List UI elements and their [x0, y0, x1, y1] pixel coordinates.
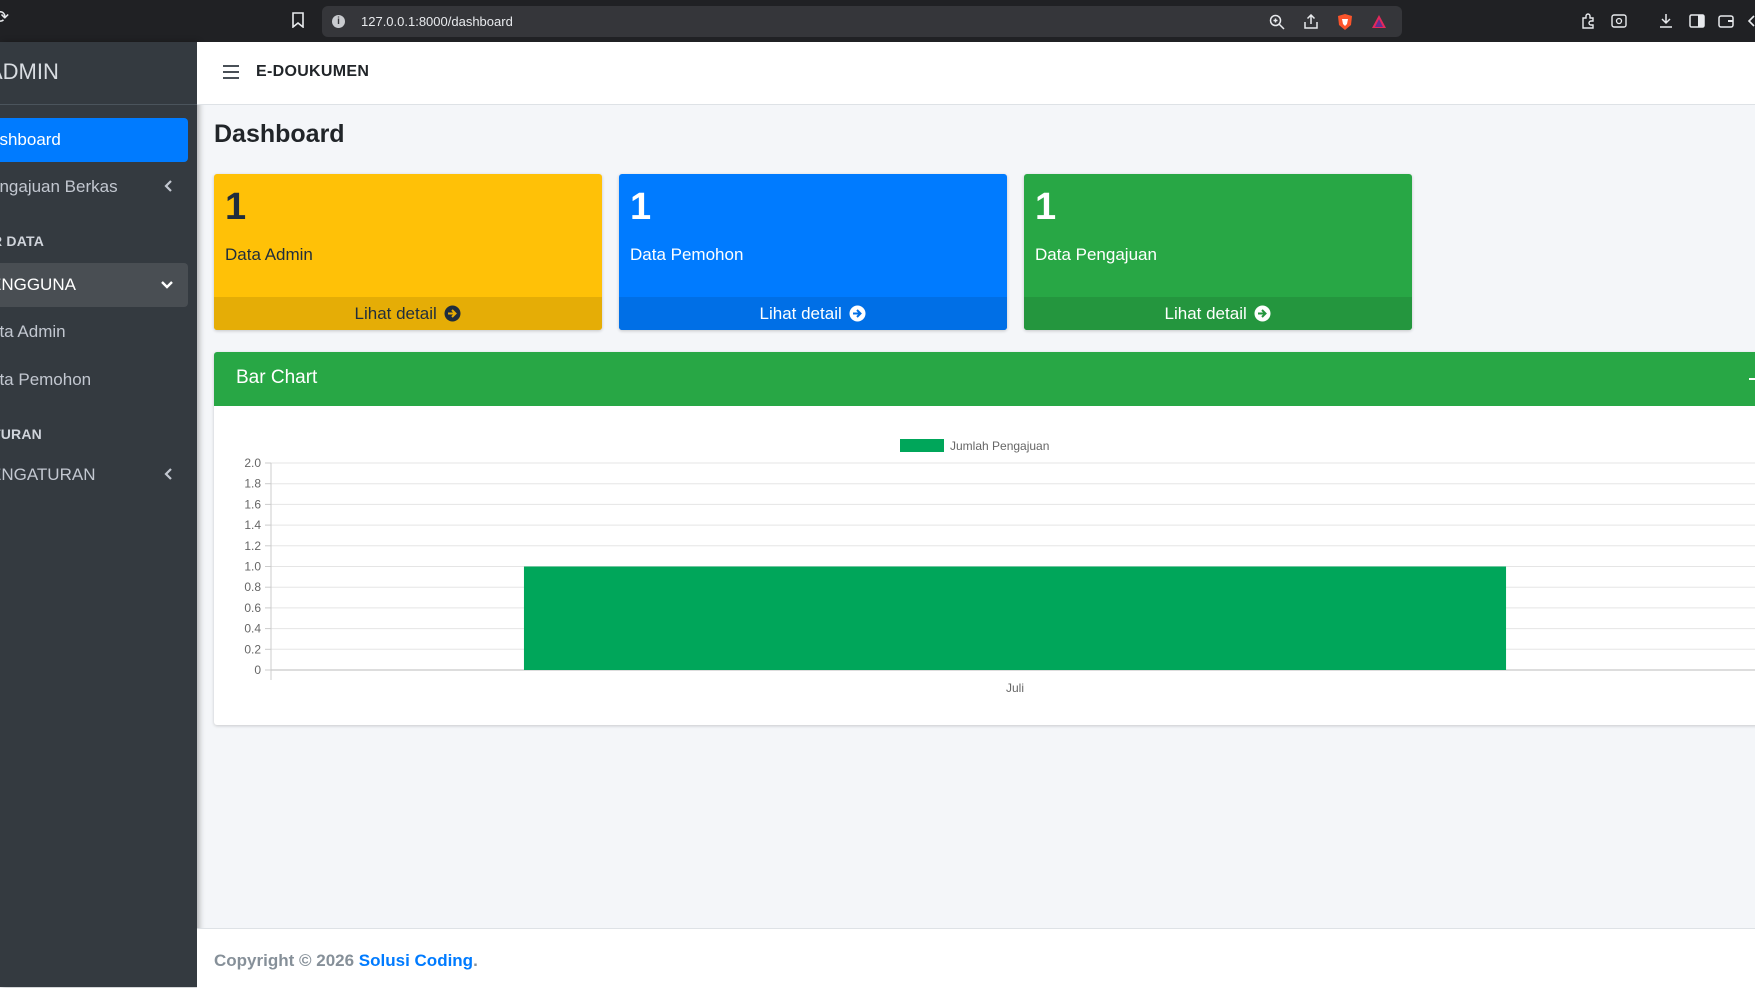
- sidebar-item-pengguna[interactable]: ENGGUNA: [0, 263, 188, 307]
- y-tick-label: 1.8: [244, 477, 261, 491]
- address-bar[interactable]: i 127.0.0.1:8000/dashboard: [322, 6, 1402, 37]
- copyright-text: Copyright © 2026 Solusi Coding.: [214, 951, 478, 971]
- stat-detail-link[interactable]: Lihat detail: [1024, 297, 1412, 330]
- stat-link-label: Lihat detail: [759, 304, 842, 323]
- y-tick-label: 0: [254, 663, 261, 677]
- stat-detail-link[interactable]: Lihat detail: [619, 297, 1007, 330]
- y-tick-label: 1.6: [244, 497, 261, 511]
- sidebar-toggle-icon[interactable]: [1689, 13, 1705, 29]
- stat-box-data-pengajuan: 1 Data Pengajuan Lihat detail: [1024, 174, 1412, 330]
- x-tick-label: Juli: [1006, 681, 1024, 695]
- stat-box-data-pemohon: 1 Data Pemohon Lihat detail: [619, 174, 1007, 330]
- stat-box-data-admin: 1 Data Admin Lihat detail: [214, 174, 602, 330]
- stat-detail-link[interactable]: Lihat detail: [214, 297, 602, 330]
- stat-value: 1: [630, 186, 652, 228]
- y-tick-label: 1.0: [244, 560, 261, 574]
- card-title: Bar Chart: [236, 367, 318, 388]
- top-navbar: E-DOUKUMEN: [197, 42, 1755, 105]
- sidebar-item-data-admin[interactable]: ata Admin: [0, 310, 188, 354]
- sidebar-item-label: ENGGUNA: [0, 275, 76, 294]
- sidebar-item-label: ata Admin: [0, 322, 66, 341]
- y-tick-label: 0.4: [244, 622, 261, 636]
- page-title: Dashboard: [214, 120, 345, 148]
- y-tick-label: 0.8: [244, 580, 261, 594]
- footer: Copyright © 2026 Solusi Coding.: [197, 928, 1755, 988]
- brand-link[interactable]: ADMIN: [0, 42, 197, 105]
- company-link[interactable]: Solusi Coding: [359, 951, 473, 970]
- menu-icon[interactable]: [1746, 13, 1755, 29]
- bar: [523, 566, 1507, 670]
- stat-value: 1: [1035, 186, 1057, 228]
- brave-shield-icon[interactable]: [1337, 14, 1353, 30]
- stat-label: Data Pemohon: [630, 245, 744, 264]
- bar-chart: 2.0 1.8 1.6 1.4 1.2 1.0 0.8 0.6 0.4 0.2 0 Juli Jumla…: [244, 439, 1755, 695]
- arrow-circle-right-icon: [1254, 305, 1271, 322]
- wallet-icon[interactable]: [1718, 13, 1734, 29]
- bookmark-icon[interactable]: [292, 12, 304, 28]
- chevron-down-icon: [161, 281, 173, 289]
- y-tick-label: 2.0: [244, 456, 261, 470]
- y-tick-label: 0.2: [244, 642, 261, 656]
- bar-chart-card: Bar Chart 2.0 1.8 1.6 1.4 1.2 1.0 0.8 0.6 0.4 0.2…: [214, 352, 1755, 725]
- reload-icon[interactable]: ⟳: [0, 8, 10, 26]
- sidebar-item-label: ENGATURAN: [0, 465, 96, 484]
- stat-value: 1: [225, 186, 247, 228]
- browser-toolbar: ⟳ i 127.0.0.1:8000/dashboard: [0, 0, 1755, 42]
- nav-header-master-data: R DATA: [0, 233, 45, 249]
- collapse-icon[interactable]: [1749, 378, 1755, 380]
- sidebar-item-pengajuan-berkas[interactable]: engajuan Berkas: [0, 165, 188, 209]
- share-icon[interactable]: [1303, 14, 1319, 30]
- url-text[interactable]: 127.0.0.1:8000/dashboard: [361, 14, 513, 29]
- copyright-end: .: [473, 951, 478, 970]
- extensions-icon[interactable]: [1580, 13, 1596, 29]
- stat-label: Data Admin: [225, 245, 313, 264]
- site-info-icon[interactable]: i: [332, 15, 345, 28]
- stat-label: Data Pengajuan: [1035, 245, 1157, 264]
- sidebar-item-pengaturan[interactable]: ENGATURAN: [0, 453, 188, 497]
- stat-link-label: Lihat detail: [1164, 304, 1247, 323]
- legend-swatch: [900, 439, 944, 452]
- tab-search-icon[interactable]: [1611, 13, 1627, 29]
- sidebar-item-label: ata Pemohon: [0, 370, 92, 389]
- card-header: Bar Chart: [214, 352, 1755, 406]
- legend-label: Jumlah Pengajuan: [950, 439, 1049, 453]
- download-icon[interactable]: [1658, 13, 1674, 29]
- hamburger-menu-icon[interactable]: [223, 65, 239, 79]
- chevron-left-icon: [164, 180, 172, 192]
- brave-rewards-icon[interactable]: [1371, 14, 1387, 30]
- y-tick-label: 1.4: [244, 518, 261, 532]
- y-tick-label: 1.2: [244, 539, 261, 553]
- chevron-left-icon: [164, 468, 172, 480]
- stat-link-label: Lihat detail: [354, 304, 437, 323]
- arrow-circle-right-icon: [444, 305, 461, 322]
- nav-header-pengaturan: TURAN: [0, 426, 42, 442]
- sidebar-item-dashboard[interactable]: ashboard: [0, 118, 188, 162]
- sidebar-item-data-pemohon[interactable]: ata Pemohon: [0, 358, 188, 402]
- sidebar-item-label: engajuan Berkas: [0, 177, 118, 196]
- app-name[interactable]: E-DOUKUMEN: [256, 63, 369, 81]
- sidebar-item-label: ashboard: [0, 130, 61, 149]
- arrow-circle-right-icon: [849, 305, 866, 322]
- brand-text: ADMIN: [0, 59, 59, 84]
- zoom-icon[interactable]: [1269, 14, 1285, 30]
- y-tick-label: 0.6: [244, 601, 261, 615]
- sidebar: ADMIN ashboard engajuan Berkas R DATA EN…: [0, 42, 197, 987]
- copyright-prefix: Copyright © 2026: [214, 951, 359, 970]
